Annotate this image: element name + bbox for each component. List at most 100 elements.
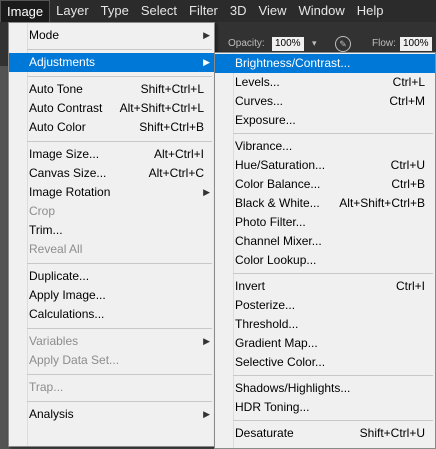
menu-item-auto-tone[interactable]: Auto Tone Shift+Ctrl+L [9,80,214,99]
menu-item-color-balance[interactable]: Color Balance... Ctrl+B [215,175,435,194]
menu-item-label: HDR Toning... [235,400,310,414]
menu-item-label: Crop [29,204,56,218]
flow-label: Flow: [372,38,396,49]
image-menu: Mode ▶ Adjustments ▶ Auto Tone Shift+Ctrl+L Au… [8,22,215,447]
submenu-arrow-icon: ▶ [203,336,210,346]
menu-item-shortcut: Shift+Ctrl+U [359,426,425,440]
menu-item-crop: Crop [9,202,214,221]
menu-item-hdr-toning[interactable]: HDR Toning... [215,398,435,417]
menu-separator [233,375,433,376]
menu-item-image-size[interactable]: Image Size... Alt+Ctrl+I [9,145,214,164]
menu-item-shortcut: Ctrl+B [391,177,425,191]
menu-item-auto-contrast[interactable]: Auto Contrast Alt+Shift+Ctrl+L [9,99,214,118]
menu-separator [27,49,212,50]
menu-item-label: Variables [29,334,79,348]
menu-item-shadows-highlights[interactable]: Shadows/Highlights... [215,379,435,398]
menu-item-shortcut: Alt+Shift+Ctrl+B [339,196,425,210]
menu-item-shortcut: Ctrl+M [389,94,425,108]
menu-item-label: Channel Mixer... [235,234,322,248]
menu-item-shortcut: Ctrl+I [395,279,425,293]
menu-item-gradient-map[interactable]: Gradient Map... [215,334,435,353]
menu-item-shortcut: Alt+Shift+Ctrl+L [119,101,204,115]
menu-item-color-lookup[interactable]: Color Lookup... [215,251,435,270]
menu-item-curves[interactable]: Curves... Ctrl+M [215,92,435,111]
menu-item-brightness-contrast[interactable]: Brightness/Contrast... [215,54,435,73]
submenu-arrow-icon: ▶ [203,409,210,419]
menu-item-label: Threshold... [235,317,299,331]
menu-item-adjustments[interactable]: Adjustments ▶ [9,53,214,72]
menu-item-vibrance[interactable]: Vibrance... [215,137,435,156]
opacity-dropdown-icon[interactable]: ▾ [312,38,317,49]
menu-item-mode[interactable]: Mode ▶ [9,26,214,45]
menu-item-analysis[interactable]: Analysis ▶ [9,405,214,424]
submenu-arrow-icon: ▶ [203,187,210,197]
menu-item-label: Color Balance... [235,177,321,191]
menu-separator [27,76,212,77]
menu-separator [27,328,212,329]
menu-item-auto-color[interactable]: Auto Color Shift+Ctrl+B [9,118,214,137]
menu-item-label: Image Size... [29,147,100,161]
menu-item-label: Mode [29,28,60,42]
menu-item-label: Invert [235,279,266,293]
menu-item-label: Photo Filter... [235,215,306,229]
menu-item-label: Image Rotation [29,185,111,199]
menu-item-label: Vibrance... [235,139,293,153]
menu-item-calculations[interactable]: Calculations... [9,305,214,324]
menu-item-image-rotation[interactable]: Image Rotation ▶ [9,183,214,202]
menu-item-posterize[interactable]: Posterize... [215,296,435,315]
menu-item-shortcut: Ctrl+L [392,75,425,89]
menu-item-label: Gradient Map... [235,336,318,350]
menu-item-canvas-size[interactable]: Canvas Size... Alt+Ctrl+C [9,164,214,183]
menu-item-label: Posterize... [235,298,296,312]
menu-item-label: Apply Data Set... [29,353,120,367]
menu-type[interactable]: Type [95,0,135,22]
menu-item-exposure[interactable]: Exposure... [215,111,435,130]
menu-item-label: Black & White... [235,196,320,210]
menu-item-hue-saturation[interactable]: Hue/Saturation... Ctrl+U [215,156,435,175]
menu-item-threshold[interactable]: Threshold... [215,315,435,334]
menu-separator [233,133,433,134]
menu-item-label: Canvas Size... [29,166,107,180]
menu-item-label: Trap... [29,380,64,394]
menu-item-label: Duplicate... [29,269,90,283]
menu-item-label: Trim... [29,223,63,237]
menu-3d[interactable]: 3D [224,0,253,22]
menu-item-label: Apply Image... [29,288,106,302]
menu-item-label: Auto Contrast [29,101,103,115]
menu-item-black-white[interactable]: Black & White... Alt+Shift+Ctrl+B [215,194,435,213]
menu-item-levels[interactable]: Levels... Ctrl+L [215,73,435,92]
menu-image[interactable]: Image [0,0,51,22]
menu-item-label: Levels... [235,75,280,89]
menu-filter[interactable]: Filter [183,0,224,22]
menu-bar: Image Layer Type Select Filter 3D View W… [0,0,436,22]
menu-item-photo-filter[interactable]: Photo Filter... [215,213,435,232]
menu-window[interactable]: Window [292,0,350,22]
menu-item-shortcut: Shift+Ctrl+B [139,120,204,134]
menu-item-label: Curves... [235,94,284,108]
menu-item-variables: Variables ▶ [9,332,214,351]
opacity-label: Opacity: [228,38,265,49]
menu-item-duplicate[interactable]: Duplicate... [9,267,214,286]
menu-item-invert[interactable]: Invert Ctrl+I [215,277,435,296]
menu-layer[interactable]: Layer [50,0,95,22]
menu-item-selective-color[interactable]: Selective Color... [215,353,435,372]
menu-help[interactable]: Help [351,0,390,22]
opacity-input[interactable]: 100% [272,37,304,51]
menu-item-label: Desaturate [235,426,294,440]
flow-input[interactable]: 100% [400,37,432,51]
menu-separator [233,273,433,274]
menu-item-shortcut: Shift+Ctrl+L [140,82,204,96]
menu-item-label: Calculations... [29,307,105,321]
pressure-opacity-icon[interactable]: ✎ [335,36,351,52]
menu-select[interactable]: Select [135,0,183,22]
menu-separator [27,141,212,142]
menu-item-channel-mixer[interactable]: Channel Mixer... [215,232,435,251]
menu-item-apply-image[interactable]: Apply Image... [9,286,214,305]
menu-item-label: Reveal All [29,242,83,256]
menu-item-label: Color Lookup... [235,253,317,267]
submenu-arrow-icon: ▶ [203,57,210,67]
menu-item-trim[interactable]: Trim... [9,221,214,240]
menu-item-label: Hue/Saturation... [235,158,326,172]
menu-view[interactable]: View [253,0,293,22]
menu-item-desaturate[interactable]: Desaturate Shift+Ctrl+U [215,424,435,443]
